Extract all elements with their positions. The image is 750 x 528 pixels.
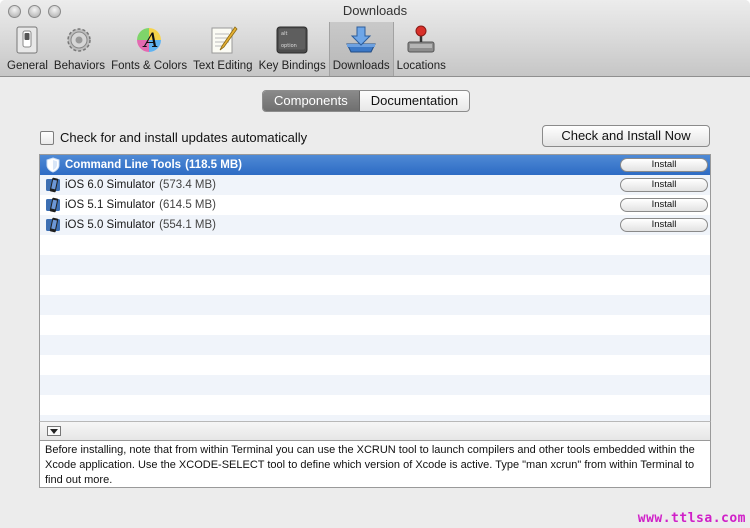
empty-row	[40, 375, 710, 395]
switch-icon	[10, 24, 44, 56]
list-item[interactable]: iOS 5.0 Simulator (554.1 MB) Install	[40, 215, 710, 235]
gears-icon	[62, 24, 96, 56]
toolbar-label: Key Bindings	[258, 60, 326, 72]
component-size: (554.1 MB)	[159, 219, 217, 231]
install-button[interactable]: Install	[620, 198, 708, 212]
empty-row	[40, 355, 710, 375]
preferences-toolbar: General Behaviors A Fonts & Colors Text …	[4, 22, 449, 76]
list-item[interactable]: Command Line Tools (118.5 MB) Install	[40, 155, 710, 175]
ios-simulator-icon	[46, 197, 60, 213]
empty-row	[40, 235, 710, 255]
component-description: Before installing, note that from within…	[39, 441, 711, 488]
toolbar-label: General	[7, 60, 48, 72]
toolbar-label: Behaviors	[53, 60, 106, 72]
key-label: alt	[281, 31, 287, 37]
tab-documentation[interactable]: Documentation	[360, 91, 469, 111]
auto-update-label: Check for and install updates automatica…	[60, 130, 308, 145]
auto-update-option[interactable]: Check for and install updates automatica…	[40, 130, 307, 145]
empty-row	[40, 255, 710, 275]
component-name: iOS 6.0 Simulator	[65, 179, 156, 191]
empty-row	[40, 275, 710, 295]
empty-row	[40, 295, 710, 315]
component-name: Command Line Tools	[65, 159, 182, 171]
ios-simulator-icon	[46, 217, 60, 233]
toolbar-item-fonts-colors[interactable]: A Fonts & Colors	[108, 22, 190, 76]
install-button[interactable]: Install	[620, 218, 708, 232]
window-titlebar-toolbar: Downloads General Behaviors A Fonts & Co…	[0, 0, 750, 77]
toolbar-item-locations[interactable]: Locations	[394, 22, 449, 76]
keyboard-key-icon: alt option	[275, 24, 309, 56]
component-name: iOS 5.1 Simulator	[65, 199, 156, 211]
download-tray-icon	[344, 24, 378, 56]
list-item[interactable]: iOS 6.0 Simulator (573.4 MB) Install	[40, 175, 710, 195]
empty-row	[40, 315, 710, 335]
toolbar-label: Fonts & Colors	[111, 60, 188, 72]
ios-simulator-icon	[46, 177, 60, 193]
component-name: iOS 5.0 Simulator	[65, 219, 156, 231]
toolbar-item-behaviors[interactable]: Behaviors	[51, 22, 108, 76]
triangle-down-icon	[50, 428, 58, 434]
toolbar-item-key-bindings[interactable]: alt option Key Bindings	[256, 22, 329, 76]
preferences-window: Downloads General Behaviors A Fonts & Co…	[0, 0, 750, 528]
window-title: Downloads	[342, 3, 408, 18]
install-button[interactable]: Install	[620, 158, 708, 172]
toolbar-label: Locations	[396, 60, 446, 72]
components-list[interactable]: Command Line Tools (118.5 MB) Install iO…	[39, 154, 711, 422]
empty-row	[40, 395, 710, 415]
joystick-drive-icon	[404, 24, 438, 56]
toolbar-label: Text Editing	[193, 60, 253, 72]
key-label: option	[281, 43, 297, 49]
fonts-colors-icon: A	[132, 24, 166, 56]
toolbar-item-downloads[interactable]: Downloads	[328, 22, 394, 76]
text-editing-icon	[206, 24, 240, 56]
toolbar-label: Downloads	[332, 60, 390, 72]
list-footer-bar	[39, 421, 711, 441]
component-size: (614.5 MB)	[159, 199, 217, 211]
check-and-install-now-button[interactable]: Check and Install Now	[542, 125, 710, 147]
empty-row	[40, 335, 710, 355]
list-item[interactable]: iOS 5.1 Simulator (614.5 MB) Install	[40, 195, 710, 215]
disclosure-toggle-button[interactable]	[47, 426, 61, 436]
tab-components[interactable]: Components	[263, 91, 360, 111]
toolbar-item-text-editing[interactable]: Text Editing	[190, 22, 255, 76]
svg-text:A: A	[142, 28, 158, 52]
auto-update-checkbox[interactable]	[40, 130, 54, 145]
toolbar-item-general[interactable]: General	[4, 22, 51, 76]
tab-control: Components Documentation	[262, 90, 471, 112]
component-size: (118.5 MB)	[185, 159, 242, 171]
watermark-text: www.ttlsa.com	[637, 511, 746, 526]
command-line-tools-icon	[46, 157, 60, 173]
component-size: (573.4 MB)	[159, 179, 217, 191]
install-button[interactable]: Install	[620, 178, 708, 192]
